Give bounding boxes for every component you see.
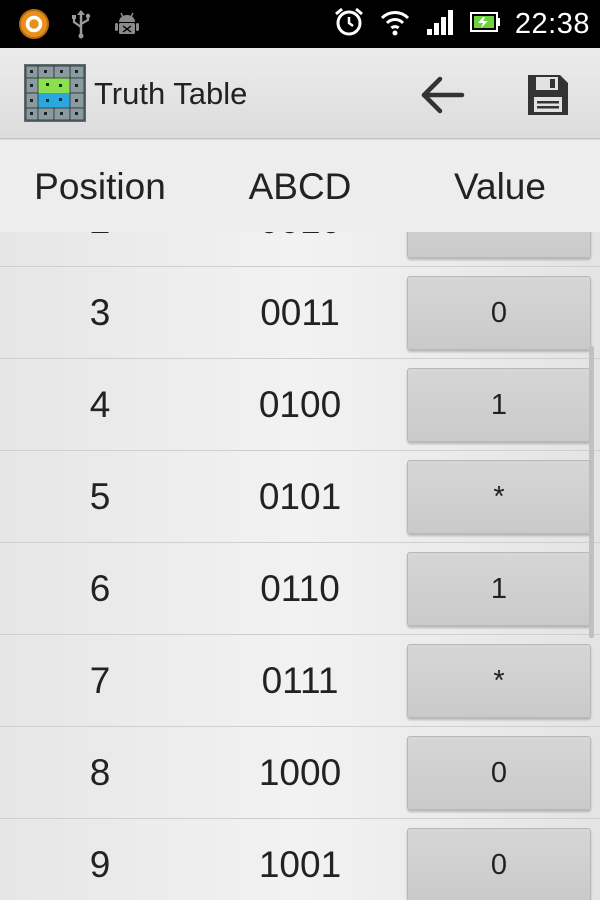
- row-abcd: 0010: [259, 232, 341, 266]
- value-button[interactable]: 0: [407, 232, 591, 258]
- table-row: 8 1000 0: [0, 727, 600, 819]
- row-abcd: 0011: [260, 292, 340, 333]
- row-position: 9: [89, 844, 111, 885]
- notification-app-icon: [18, 8, 50, 45]
- row-abcd: 0111: [261, 660, 339, 701]
- table-row: 2 0010 0: [0, 232, 600, 267]
- row-abcd: 0100: [258, 384, 342, 425]
- table-row: 4 0100 1: [0, 359, 600, 451]
- row-position: 5: [89, 476, 111, 517]
- value-button[interactable]: 0: [407, 828, 591, 900]
- row-abcd: 1000: [258, 752, 342, 793]
- table-row: 3 0011 0: [0, 267, 600, 359]
- column-header-position: Position: [34, 166, 166, 207]
- scrollbar[interactable]: [589, 346, 594, 638]
- column-header-value: Value: [454, 166, 546, 207]
- battery-icon: [469, 8, 501, 41]
- row-position: 6: [89, 568, 111, 609]
- row-position: 8: [89, 752, 111, 793]
- app-grid-icon[interactable]: [24, 64, 86, 122]
- table-row: 6 0110 1: [0, 543, 600, 635]
- app-title: Truth Table: [94, 76, 248, 111]
- status-system-icons: 22:38: [333, 6, 590, 42]
- row-abcd: 0101: [258, 476, 342, 517]
- clock: 22:38: [514, 7, 590, 40]
- alarm-icon: [333, 6, 365, 43]
- arrow-left-icon: [421, 76, 465, 114]
- back-button[interactable]: [412, 70, 472, 120]
- action-bar: Truth Table: [0, 48, 600, 139]
- value-button[interactable]: 1: [407, 552, 591, 626]
- value-button[interactable]: 0: [407, 276, 591, 350]
- column-headers: Position ABCD Value: [0, 140, 600, 232]
- signal-icon: [425, 7, 455, 42]
- row-position: 7: [89, 660, 111, 701]
- table-row: 9 1001 0: [0, 819, 600, 900]
- truth-table-list[interactable]: 2 0010 0 3 0011 0 4 0100 1 5 0101 * 6 01…: [0, 232, 600, 900]
- column-header-abcd: ABCD: [248, 166, 352, 207]
- status-notifications: [18, 8, 142, 45]
- value-button[interactable]: *: [407, 644, 591, 718]
- row-abcd: 1001: [258, 844, 342, 885]
- android-debug-icon: [112, 9, 142, 44]
- save-button[interactable]: [518, 68, 578, 122]
- wifi-icon: [379, 7, 411, 42]
- value-button[interactable]: 0: [407, 736, 591, 810]
- floppy-disk-icon: [528, 75, 568, 115]
- value-button[interactable]: 1: [407, 368, 591, 442]
- table-row: 7 0111 *: [0, 635, 600, 727]
- usb-icon: [70, 9, 92, 44]
- row-position: 4: [89, 384, 111, 425]
- table-row: 5 0101 *: [0, 451, 600, 543]
- row-abcd: 0110: [260, 568, 340, 609]
- value-button[interactable]: *: [407, 460, 591, 534]
- status-bar: 22:38: [0, 0, 600, 48]
- row-position: 3: [89, 292, 111, 333]
- row-position: 2: [90, 232, 111, 266]
